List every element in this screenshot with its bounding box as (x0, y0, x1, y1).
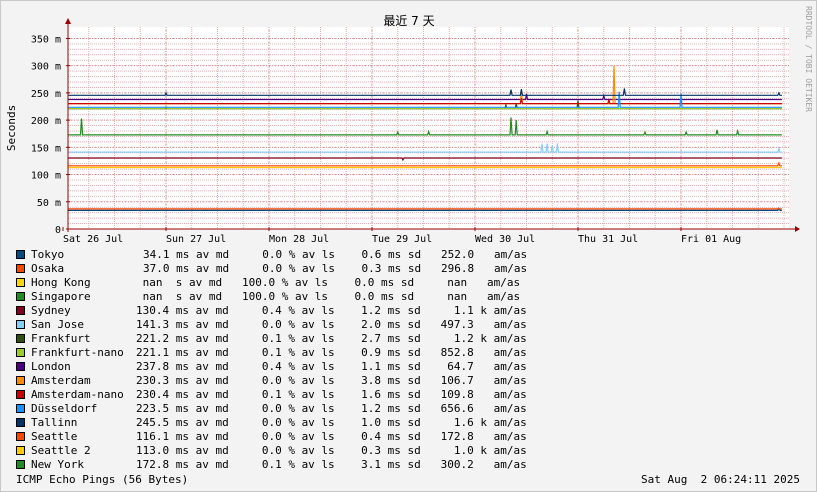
y-tick-label: 150 m (31, 143, 61, 154)
legend-stats: 116.1 ms av md 0.0 % av ls 0.4 ms sd 172… (136, 430, 527, 443)
legend-series-name: Tokyo (31, 248, 65, 261)
legend-series-name: Seattle 2 (31, 444, 91, 457)
legend-swatch (16, 278, 25, 287)
legend-stats: 221.1 ms av md 0.1 % av ls 0.9 ms sd 852… (136, 346, 527, 359)
x-tick-label: Sat 26 Jul (63, 234, 123, 245)
legend-series-name: San Jose (31, 318, 84, 331)
graph-frame: 0 50 m 100 m 150 m 200 m 250 m 300 m 350 m Sat 2… (0, 0, 817, 492)
y-tick-label: 0 (55, 225, 61, 236)
legend-series-name: Frankfurt (31, 332, 91, 345)
legend-series-name: Seattle (31, 430, 78, 443)
legend-stats: 172.8 ms av md 0.1 % av ls 3.1 ms sd 300… (136, 458, 527, 471)
legend-swatch (16, 432, 25, 441)
legend-series-name: London (31, 360, 71, 373)
footer-timestamp: Sat Aug 2 06:24:11 2025 (641, 473, 800, 486)
x-tick-label: Tue 29 Jul (372, 234, 432, 245)
legend-stats: 230.4 ms av md 0.1 % av ls 1.6 ms sd 109… (136, 388, 527, 401)
legend-swatch (16, 348, 25, 357)
legend-swatch (16, 292, 25, 301)
y-tick-label: 300 m (31, 62, 61, 73)
legend-swatch (16, 446, 25, 455)
legend-series-name: Hong Kong (31, 276, 91, 289)
legend-series-name: Frankfurt-nano (31, 346, 124, 359)
chart-title: 最近 7 天 (383, 14, 434, 28)
legend-stats: 245.5 ms av md 0.0 % av ls 1.0 ms sd 1.6… (136, 416, 527, 429)
y-tick-label: 50 m (37, 198, 61, 209)
legend-swatch (16, 264, 25, 273)
y-axis-arrow (65, 18, 71, 24)
legend-swatch (16, 460, 25, 469)
legend-stats: 37.0 ms av md 0.0 % av ls 0.3 ms sd 296.… (143, 262, 528, 275)
legend-stats: nan s av md 100.0 % av ls 0.0 ms sd nan … (136, 290, 521, 303)
legend-series-name: New York (31, 458, 84, 471)
legend-swatch (16, 362, 25, 371)
rrdtool-credit: RRDTOOL / TOBI OETIKER (804, 6, 813, 112)
legend-series-name: Tallinn (31, 416, 78, 429)
legend-swatch (16, 376, 25, 385)
legend-series-name: Singapore (31, 290, 91, 303)
legend-series-name: Amsterdam (31, 374, 91, 387)
legend-stats: 230.3 ms av md 0.0 % av ls 3.8 ms sd 106… (136, 374, 527, 387)
legend-series-name: Amsterdam-nano (31, 388, 124, 401)
legend-stats: 223.5 ms av md 0.0 % av ls 1.2 ms sd 656… (136, 402, 527, 415)
legend-stats: 237.8 ms av md 0.4 % av ls 1.1 ms sd 64.… (136, 360, 527, 373)
y-tick-label: 350 m (31, 34, 61, 45)
legend-swatch (16, 334, 25, 343)
y-axis-label: Seconds (5, 105, 18, 151)
legend-stats: nan s av md 100.0 % av ls 0.0 ms sd nan … (136, 276, 521, 289)
legend-stats: 34.1 ms av md 0.0 % av ls 0.6 ms sd 252.… (143, 248, 528, 261)
x-tick-label: Fri 01 Aug (681, 234, 741, 245)
x-tick-label: Mon 28 Jul (269, 234, 329, 245)
legend-series-name: Osaka (31, 262, 65, 275)
legend-swatch (16, 320, 25, 329)
x-tick-label: Wed 30 Jul (475, 234, 535, 245)
legend-series-name: Sydney (31, 304, 71, 317)
x-tick-label: Thu 31 Jul (578, 234, 638, 245)
legend-swatch (16, 306, 25, 315)
legend-stats: 221.2 ms av md 0.1 % av ls 2.7 ms sd 1.2… (136, 332, 527, 345)
legend-swatch (16, 404, 25, 413)
legend-stats: 113.0 ms av md 0.0 % av ls 0.3 ms sd 1.0… (136, 444, 527, 457)
footer-description: ICMP Echo Pings (56 Bytes) (16, 473, 189, 486)
legend-swatch (16, 250, 25, 259)
y-tick-label: 200 m (31, 116, 61, 127)
legend-swatch (16, 390, 25, 399)
legend-stats: 130.4 ms av md 0.4 % av ls 1.2 ms sd 1.1… (136, 304, 527, 317)
x-axis-arrow (795, 226, 800, 232)
y-tick-label: 250 m (31, 89, 61, 100)
legend-series-name: Düsseldorf (31, 402, 98, 415)
legend-swatch (16, 418, 25, 427)
x-tick-label: Sun 27 Jul (166, 234, 226, 245)
y-tick-label: 100 m (31, 171, 61, 182)
legend-stats: 141.3 ms av md 0.0 % av ls 2.0 ms sd 497… (136, 318, 527, 331)
